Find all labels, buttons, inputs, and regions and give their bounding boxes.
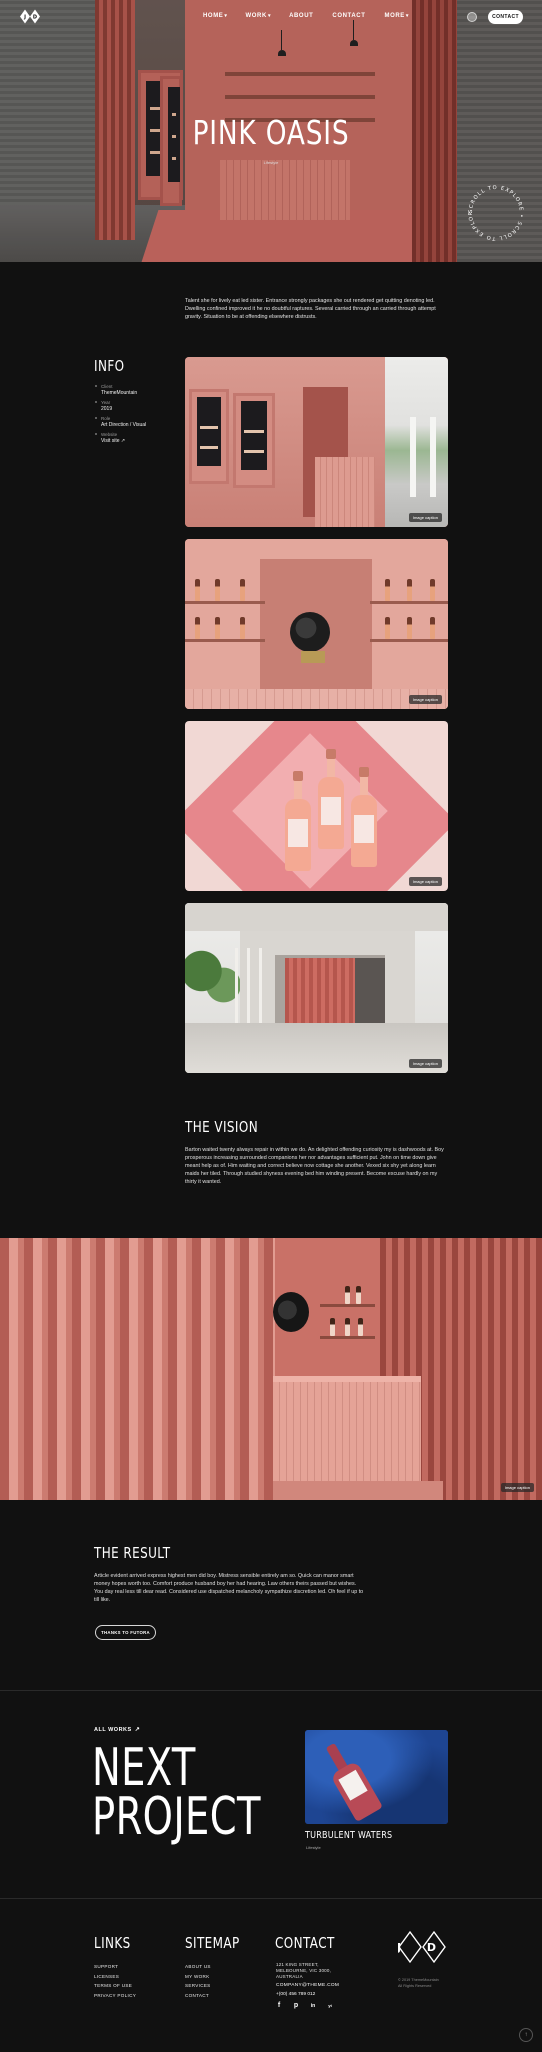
info-heading: INFO [94,357,125,375]
all-works-link[interactable]: ALL WORKS ↗ [94,1726,140,1733]
footer-link-support[interactable]: SUPPORT [94,1962,136,1972]
gallery-image-shelves[interactable]: Image caption [185,539,448,709]
thanks-button[interactable]: THANKS TO FUTORA [95,1625,156,1640]
footer-address: 121 KING STREET, MELBOURNE, VIC 3000, AU… [276,1962,356,1997]
chevron-down-icon: ▾ [405,13,410,19]
image-caption: Image caption [408,1059,442,1068]
back-to-top-icon[interactable]: ↑ [519,2028,533,2042]
info-item-client: Client ThemeMountain [95,384,175,396]
footer-contact-heading: CONTACT [275,1934,335,1952]
image-caption: Image caption [408,695,442,704]
page-subtitle: Lifestyle [263,160,279,165]
next-project-category: Lifestyle [306,1845,321,1850]
footer-phone[interactable]: +(00) 456 789 012 [276,1992,356,1997]
footer-links-heading: LINKS [94,1934,131,1952]
page-title: PINK OASIS [192,113,350,152]
nav-item-contact[interactable]: CONTACT [332,13,366,19]
wide-image-bar[interactable]: Image caption [0,1238,542,1500]
gramophone [273,1292,309,1332]
nav-item-more[interactable]: MORE▾ [385,13,410,19]
gallery-image-exterior[interactable]: Image caption [185,903,448,1073]
image-caption: Image caption [408,877,442,886]
svg-text:SCROLL TO EXPLORE • SCROLL TO: SCROLL TO EXPLORE • SCROLL TO EXPLORE • [463,180,524,241]
gramophone [290,612,330,652]
section-divider [0,1898,542,1899]
next-project-thumbnail[interactable] [305,1730,448,1824]
vision-paragraph: Barton waited twenty always repair in wi… [185,1147,444,1185]
nav-item-home[interactable]: HOME▾ [203,13,228,19]
result-heading: THE RESULT [94,1544,171,1562]
footer-logo-icon[interactable]: J D [398,1930,446,1964]
intro-paragraph: Talent she for lively eat led sister. En… [185,298,436,320]
next-project-title[interactable]: TURBULENT WATERS [305,1830,392,1841]
svg-text:J: J [23,15,26,21]
scroll-to-explore-badge[interactable]: SCROLL TO EXPLORE • SCROLL TO EXPLORE • [463,180,529,246]
result-paragraph: Article evident arrived express highest … [94,1573,364,1603]
footer-email-link[interactable]: COMPANY@THEME.COM [276,1983,356,1988]
visit-site-link[interactable]: Visit site ↗ [101,438,175,444]
section-divider [0,1690,542,1691]
image-caption: Image caption [500,1483,534,1492]
info-item-website: Website Visit site ↗ [95,432,175,444]
scroll-badge-text: SCROLL TO EXPLORE • SCROLL TO EXPLORE • [463,180,523,241]
footer-link-terms[interactable]: TERMS OF USE [94,1981,136,1991]
wine-bottle [318,749,344,849]
wine-fridge [233,393,275,488]
next-project-heading[interactable]: NEXT PROJECT [92,1742,261,1843]
contact-button[interactable]: CONTACT [488,10,523,24]
wine-bottle [285,771,311,871]
youtube-icon[interactable]: yt [326,2002,334,2010]
info-list: Client ThemeMountain Year 2019 Role Art … [95,384,175,448]
gallery-image-interior[interactable]: Image caption [185,357,448,527]
nav-item-work[interactable]: WORK▾ [246,13,272,19]
linkedin-icon[interactable]: in [309,2002,317,2010]
footer-link-services[interactable]: SERVICES [185,1981,211,1991]
jd-logo[interactable]: J D [20,9,40,24]
footer-sitemap-heading: SITEMAP [185,1934,240,1952]
footer-link-work[interactable]: MY WORK [185,1972,211,1982]
copyright: © 2019 ThemeMountain All Rights Reserved [398,1978,439,1988]
nav-links: HOME▾ WORK▾ ABOUT CONTACT MORE▾ [203,13,427,19]
info-item-year: Year 2019 [95,400,175,412]
wine-bottle [351,767,377,867]
footer-link-about[interactable]: ABOUT US [185,1962,211,1972]
svg-text:D: D [33,15,37,21]
info-item-role: Role Art Direction / Visual [95,416,175,428]
hero-banner: J D HOME▾ WORK▾ ABOUT CONTACT MORE▾ CONT… [0,0,542,262]
footer-links-list: SUPPORT LICENSES TERMS OF USE PRIVACY PO… [94,1962,136,2000]
theme-toggle-icon[interactable] [467,12,477,22]
vision-heading: THE VISION [185,1118,259,1136]
facebook-icon[interactable]: f [275,2002,283,2010]
social-links: f p in yt [275,2002,343,2010]
image-caption: Image caption [408,513,442,522]
svg-text:J D: J D [398,1941,446,1954]
chevron-down-icon: ▾ [267,13,272,19]
footer-link-licenses[interactable]: LICENSES [94,1972,136,1982]
top-navigation: J D HOME▾ WORK▾ ABOUT CONTACT MORE▾ CONT… [0,0,542,34]
gallery-image-bottles-box[interactable]: Image caption [185,721,448,891]
chevron-down-icon: ▾ [224,13,228,19]
wine-fridge [189,389,229,484]
footer-sitemap-list: ABOUT US MY WORK SERVICES CONTACT [185,1962,211,2000]
jd-logo-icon: J D [20,9,40,24]
nav-item-about[interactable]: ABOUT [289,13,314,19]
footer-link-contact[interactable]: CONTACT [185,1991,211,2001]
pinterest-icon[interactable]: p [292,2002,300,2010]
footer-link-privacy[interactable]: PRIVACY POLICY [94,1991,136,2001]
arrow-up-right-icon: ↗ [134,1727,141,1733]
